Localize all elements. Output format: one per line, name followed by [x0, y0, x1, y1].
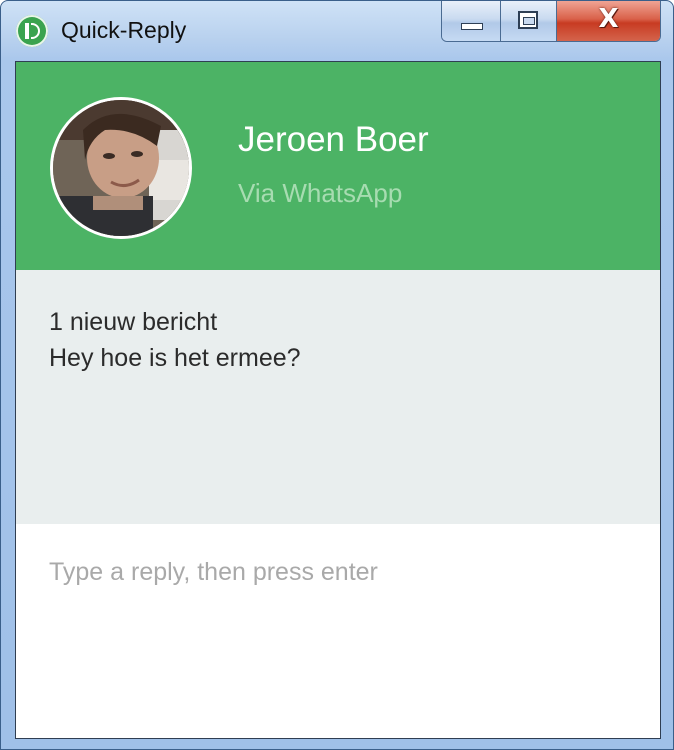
minimize-icon: [461, 23, 483, 30]
close-button[interactable]: X: [557, 1, 660, 41]
contact-name: Jeroen Boer: [238, 120, 429, 159]
contact-avatar-image: [53, 100, 189, 236]
close-icon: X: [598, 4, 619, 34]
window-title: Quick-Reply: [61, 17, 187, 43]
contact-source: Via WhatsApp: [238, 178, 403, 208]
reply-input[interactable]: [49, 552, 629, 592]
window-content: Jeroen Boer Via WhatsApp 1 nieuw bericht…: [15, 61, 661, 739]
contact-header: Jeroen Boer Via WhatsApp: [16, 62, 660, 270]
title-bar[interactable]: Quick-Reply X: [1, 1, 673, 61]
new-message-count: 1 nieuw bericht: [49, 308, 218, 336]
window-controls: X: [441, 1, 661, 42]
minimize-button[interactable]: [442, 1, 501, 41]
quick-reply-window: Quick-Reply X Jeroen Boer Via WhatsApp 1…: [0, 0, 674, 750]
maximize-icon: [518, 11, 538, 29]
message-area: 1 nieuw bericht Hey hoe is het ermee?: [16, 270, 660, 524]
message-text: Hey hoe is het ermee?: [49, 344, 301, 372]
maximize-button[interactable]: [501, 1, 557, 41]
app-logo-icon: [16, 15, 48, 47]
avatar: [50, 97, 192, 239]
